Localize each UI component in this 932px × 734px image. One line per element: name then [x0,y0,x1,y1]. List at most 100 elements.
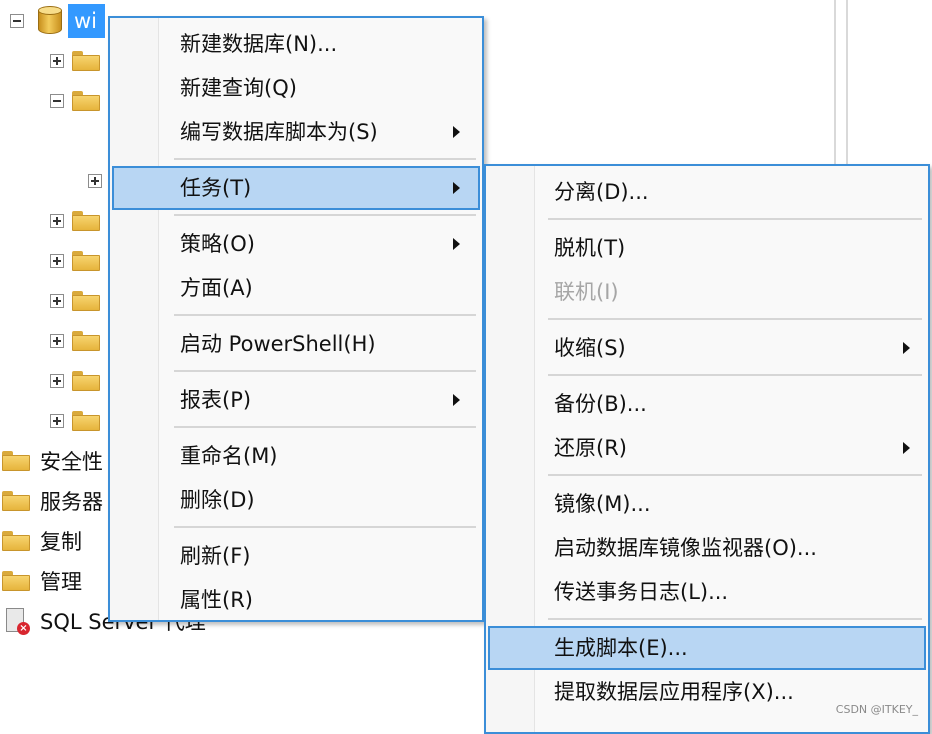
tree-node-management[interactable]: 管理 [2,564,82,598]
submenu-arrow-icon [453,238,460,250]
menu-item-delete[interactable]: 删除(D) [110,478,482,522]
collapse-icon[interactable] [10,14,24,28]
menu-item-script-database-as[interactable]: 编写数据库脚本为(S) [110,110,482,154]
menu-item-bring-online: 联机(I) [486,270,928,314]
expand-icon[interactable] [50,294,64,308]
menu-item-label: 收缩(S) [554,336,626,360]
menu-item-label: 重命名(M) [180,444,278,468]
menu-item-label: 方面(A) [180,276,253,300]
tree-folder-node[interactable] [50,404,100,438]
menu-item-start-powershell[interactable]: 启动 PowerShell(H) [110,322,482,366]
menu-item-generate-scripts[interactable]: 生成脚本(E)... [488,626,926,670]
menu-item-label: 刷新(F) [180,544,251,568]
menu-item-label: 属性(R) [180,588,253,612]
expand-icon[interactable] [50,414,64,428]
database-icon [38,6,62,36]
menu-separator [174,426,476,428]
tree-node-replication[interactable]: 复制 [2,524,82,558]
menu-separator [548,474,922,476]
menu-item-restore[interactable]: 还原(R) [486,426,928,470]
sql-agent-stopped-icon: × [4,607,30,635]
tree-folder-node[interactable] [50,44,100,78]
folder-icon [72,331,100,351]
collapse-icon[interactable] [50,94,64,108]
folder-icon [2,571,30,591]
tree-node-security[interactable]: 安全性 [2,444,103,478]
tree-node-server-objects[interactable]: 服务器 [2,484,103,518]
tree-folder-node[interactable] [50,324,100,358]
menu-item-label: 启动数据库镜像监视器(O)... [554,536,817,560]
menu-item-rename[interactable]: 重命名(M) [110,434,482,478]
menu-item-reports[interactable]: 报表(P) [110,378,482,422]
menu-item-backup[interactable]: 备份(B)... [486,382,928,426]
tree-folder-node[interactable] [50,284,100,318]
tree-folder-node[interactable] [50,364,100,398]
menu-separator [174,370,476,372]
expand-icon[interactable] [50,54,64,68]
menu-item-label: 备份(B)... [554,392,647,416]
tasks-submenu: 分离(D)... 脱机(T) 联机(I) 收缩(S) 备份(B)... 还原(R… [484,164,930,734]
menu-item-label: 报表(P) [180,388,252,412]
submenu-arrow-icon [903,442,910,454]
database-name[interactable]: wi [68,4,106,38]
submenu-arrow-icon [453,182,460,194]
menu-item-ship-transaction-logs[interactable]: 传送事务日志(L)... [486,570,928,614]
menu-item-label: 提取数据层应用程序(X)... [554,680,794,704]
menu-separator [548,218,922,220]
menu-separator [174,526,476,528]
tree-node-database[interactable]: wi [10,4,106,38]
menu-item-new-query[interactable]: 新建查询(Q) [110,66,482,110]
watermark: CSDN @ITKEY_ [835,703,918,716]
expand-icon[interactable] [50,254,64,268]
expand-icon[interactable] [50,334,64,348]
folder-icon [72,51,100,71]
folder-icon [2,491,30,511]
menu-item-label: 策略(O) [180,232,255,256]
submenu-arrow-icon [903,342,910,354]
submenu-arrow-icon [453,126,460,138]
folder-icon [2,531,30,551]
menu-item-label: 新建数据库(N)... [180,32,338,56]
expand-icon[interactable] [88,174,102,188]
menu-separator [548,618,922,620]
expand-icon[interactable] [50,374,64,388]
menu-item-detach[interactable]: 分离(D)... [486,170,928,214]
pane-divider [834,0,836,164]
database-context-menu: 新建数据库(N)... 新建查询(Q) 编写数据库脚本为(S) 任务(T) 策略… [108,16,484,622]
tree-folder-node[interactable] [50,84,100,118]
menu-item-label: 删除(D) [180,488,255,512]
tree-node-label: 服务器 [40,490,103,514]
menu-item-properties[interactable]: 属性(R) [110,578,482,622]
tree-folder-node[interactable] [50,204,100,238]
submenu-arrow-icon [453,394,460,406]
menu-item-label: 分离(D)... [554,180,649,204]
menu-item-take-offline[interactable]: 脱机(T) [486,226,928,270]
menu-separator [174,214,476,216]
menu-item-shrink[interactable]: 收缩(S) [486,326,928,370]
menu-item-new-database[interactable]: 新建数据库(N)... [110,22,482,66]
folder-icon [72,411,100,431]
menu-item-mirror[interactable]: 镜像(M)... [486,482,928,526]
tree-node-label: 安全性 [40,450,103,474]
menu-item-facets[interactable]: 方面(A) [110,266,482,310]
menu-item-label: 传送事务日志(L)... [554,580,729,604]
menu-item-label: 脱机(T) [554,236,626,260]
menu-item-policies[interactable]: 策略(O) [110,222,482,266]
menu-separator [548,318,922,320]
menu-item-launch-mirroring-monitor[interactable]: 启动数据库镜像监视器(O)... [486,526,928,570]
menu-item-label: 镜像(M)... [554,492,651,516]
menu-item-label: 启动 PowerShell(H) [180,332,376,356]
tree-child-node[interactable] [88,164,102,198]
folder-icon [72,91,100,111]
folder-icon [72,211,100,231]
folder-icon [2,451,30,471]
tree-node-label: 管理 [40,570,82,594]
menu-item-label: 任务(T) [180,176,252,200]
menu-item-label: 新建查询(Q) [180,76,297,100]
menu-separator [548,374,922,376]
menu-item-tasks[interactable]: 任务(T) [112,166,480,210]
tree-folder-node[interactable] [50,244,100,278]
menu-item-refresh[interactable]: 刷新(F) [110,534,482,578]
expand-icon[interactable] [50,214,64,228]
folder-icon [72,251,100,271]
